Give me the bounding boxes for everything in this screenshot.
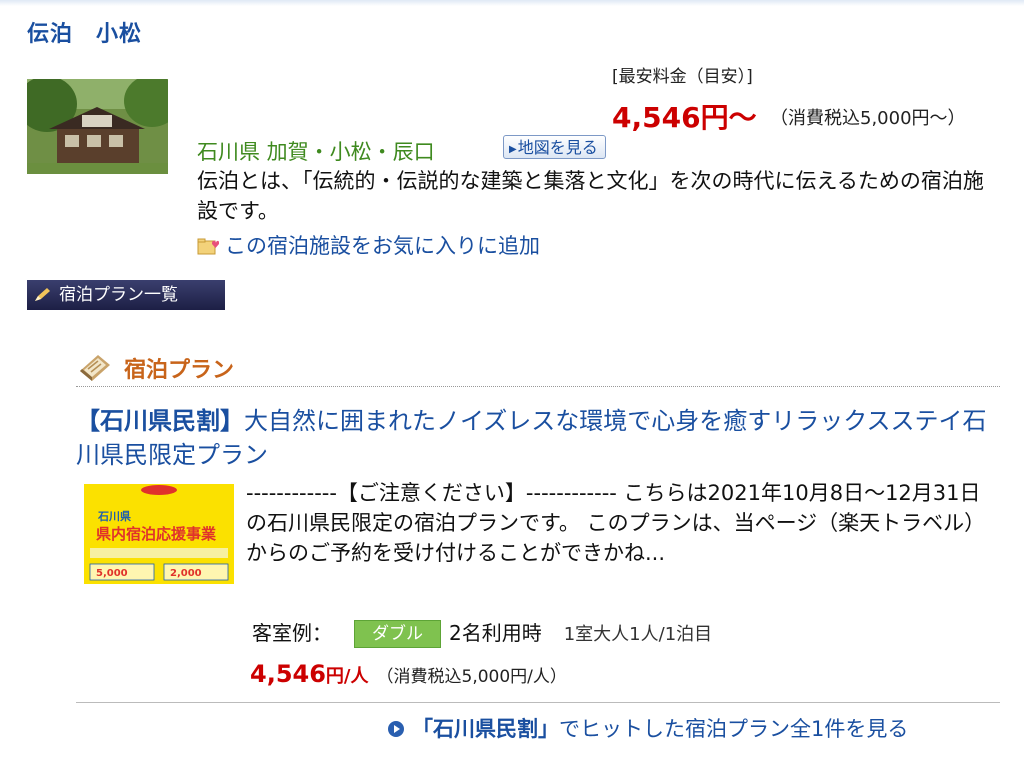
room-example-row: 客室例： ダブル 2名利用時 1室大人1人/1泊目: [252, 617, 712, 648]
plan-description: ------------【ご注意ください】------------ こちらは20…: [246, 481, 986, 565]
plan-image[interactable]: 石川県 県内宿泊応援事業 5,000 2,000: [84, 484, 234, 584]
plan-price-unit: 円/人: [325, 666, 369, 687]
plan-image-price-b: 2,000: [170, 568, 202, 579]
occupancy-text: 2名利用時: [449, 621, 542, 645]
plan-title-tag: 【石川県民割】: [76, 407, 244, 435]
lowest-price-label: [最安料金（目安）]: [612, 67, 753, 87]
section-title-plans: 宿泊プラン: [124, 358, 235, 383]
plan-price-number: 4,546: [250, 660, 326, 688]
plan-list-label: 宿泊プラン一覧: [59, 285, 178, 305]
hotel-area: 石川県 加賀・小松・辰口: [197, 140, 435, 164]
lowest-price: 4,546円〜: [612, 101, 757, 134]
plan-image-headline: 県内宿泊応援事業: [96, 525, 217, 543]
add-favorite-label: この宿泊施設をお気に入りに追加: [225, 234, 540, 258]
hotel-name-link[interactable]: 伝泊 小松: [27, 16, 142, 48]
occupancy-detail: 1室大人1人/1泊目: [563, 624, 713, 645]
plan-price-tax: （消費税込5,000円/人）: [376, 667, 567, 687]
view-all-plans-link[interactable]: 「石川県民割」でヒットした宿泊プラン全1件を見る: [388, 713, 908, 743]
room-type-badge: ダブル: [354, 620, 441, 648]
plan-title-link[interactable]: 【石川県民割】大自然に囲まれたノイズレスな環境で心身を癒すリラックスステイ石川県…: [76, 404, 1006, 472]
plan-divider: [76, 702, 1000, 703]
play-triangle-icon: ▶: [509, 144, 517, 155]
plan-image-top-text: 石川県: [97, 510, 131, 523]
room-example-label: 客室例：: [252, 621, 332, 645]
section-divider: [76, 386, 1000, 387]
plan-book-icon: [80, 355, 110, 381]
view-map-button[interactable]: ▶地図を見る: [503, 135, 606, 159]
favorite-folder-icon: [197, 238, 219, 255]
plan-list-button[interactable]: 宿泊プラン一覧: [27, 280, 225, 310]
top-gradient-bar: [0, 0, 1024, 6]
view-map-label: 地図を見る: [517, 138, 598, 157]
plan-image-price-a: 5,000: [96, 568, 128, 579]
view-all-text: でヒットした宿泊プラン全1件を見る: [559, 717, 909, 741]
add-favorite-link[interactable]: この宿泊施設をお気に入りに追加: [197, 230, 540, 260]
pencil-icon: [35, 288, 50, 301]
view-all-keyword: 「石川県民割」: [412, 717, 559, 741]
circle-arrow-icon: [388, 721, 404, 737]
plan-price: 4,546円/人 （消費税込5,000円/人）: [250, 660, 567, 688]
lowest-price-tax: （消費税込5,000円〜）: [770, 108, 966, 129]
hotel-thumbnail[interactable]: [27, 79, 168, 174]
hotel-description: 伝泊とは、「伝統的・伝説的な建築と集落と文化」を次の時代に伝えるための宿泊施設で…: [197, 169, 984, 223]
